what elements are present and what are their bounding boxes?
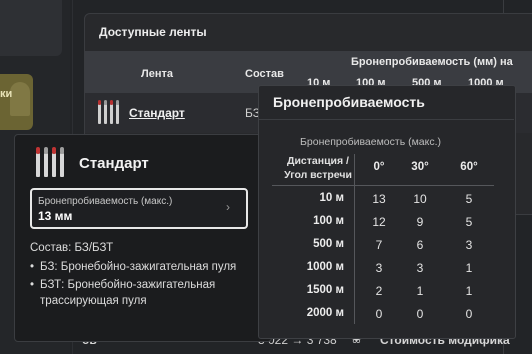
list-item: • БЗ: Бронебойно-зажигательная пуля (30, 259, 260, 275)
angle-header: 60° (460, 161, 478, 173)
value-cell: 3 (465, 238, 473, 252)
distance-cell: 2000 м (306, 307, 344, 319)
value-cell: 10 (413, 192, 427, 206)
value-cell: 6 (416, 238, 424, 252)
table-row: 1500 м 2 1 1 (272, 281, 512, 304)
corner-header: Дистанция / Угол встречи (282, 154, 354, 182)
value-cell: 2 (375, 284, 383, 298)
belt-name-link[interactable]: Стандарт (129, 106, 185, 120)
angle-header: 30° (411, 161, 429, 173)
value-cell: 3 (416, 261, 424, 275)
divider (259, 119, 514, 120)
penetration-table: 10 м 13 10 5 100 м 12 9 5 500 м 7 6 3 10… (272, 189, 512, 327)
bullet-text: БЗТ: Бронебойно-зажигательная трассирующ… (40, 279, 216, 307)
value-cell: 5 (465, 192, 473, 206)
ammo-belt-icon (36, 147, 64, 177)
value-cell: 1 (416, 284, 424, 298)
list-item: • БЗТ: Бронебойно-зажигательная трассиру… (30, 277, 260, 309)
bullet-dot: • (30, 279, 35, 291)
column-header-penetration: Бронепробиваемость (мм) на (351, 56, 513, 68)
table-divider (272, 185, 494, 186)
column-header-belt: Лента (141, 68, 173, 80)
ammo-belt-icon (98, 100, 119, 124)
table-row: 500 м 7 6 3 (272, 235, 512, 258)
penetration-label: Бронепробиваемость (макс.) (38, 196, 173, 207)
bullet-list: • БЗ: Бронебойно-зажигательная пуля • БЗ… (30, 259, 260, 309)
value-cell: 3 (375, 261, 383, 275)
value-cell: 7 (375, 238, 383, 252)
belt-title: Стандарт (79, 155, 149, 172)
value-cell: 5 (465, 215, 473, 229)
sidebar-tile-active[interactable]: ки (0, 74, 33, 130)
sidebar-tile[interactable] (0, 0, 62, 56)
panel-title: Доступные ленты (99, 25, 207, 39)
bullet-dot: • (30, 261, 35, 273)
value-cell: 13 (372, 192, 386, 206)
distance-cell: 100 м (313, 215, 344, 227)
penetration-subtitle: Бронепробиваемость (макс.) (300, 136, 442, 148)
table-row: 2000 м 0 0 0 (272, 304, 512, 327)
corner-header-line: Угол встречи (284, 169, 352, 181)
value-cell: 1 (465, 284, 473, 298)
tile-image (10, 82, 30, 116)
corner-header-line: Дистанция / (287, 155, 349, 167)
distance-cell: 500 м (313, 238, 344, 250)
composition-text: Состав: БЗ/БЗТ (30, 242, 114, 254)
value-cell: 0 (375, 307, 383, 321)
bullet-text: БЗ: Бронебойно-зажигательная пуля (40, 261, 237, 273)
value-cell: 12 (372, 215, 386, 229)
sidebar-tile-label: ки (0, 88, 13, 100)
distance-cell: 10 м (319, 192, 345, 204)
value-cell: 1 (465, 261, 473, 275)
chevron-right-icon: › (226, 200, 230, 214)
value-cell: 9 (416, 215, 424, 229)
column-header-composition: Состав (245, 68, 284, 80)
distance-cell: 1500 м (306, 284, 344, 296)
penetration-value: 13 мм (38, 209, 73, 223)
table-row: 1000 м 3 3 1 (272, 258, 512, 281)
penetration-title: Бронепробиваемость (273, 94, 425, 110)
angle-header: 0° (373, 161, 385, 173)
distance-cell: 1000 м (306, 261, 344, 273)
table-row: 100 м 12 9 5 (272, 212, 512, 235)
value-cell: 0 (416, 307, 424, 321)
value-cell: 0 (465, 307, 473, 321)
table-row: 10 м 13 10 5 (272, 189, 512, 212)
